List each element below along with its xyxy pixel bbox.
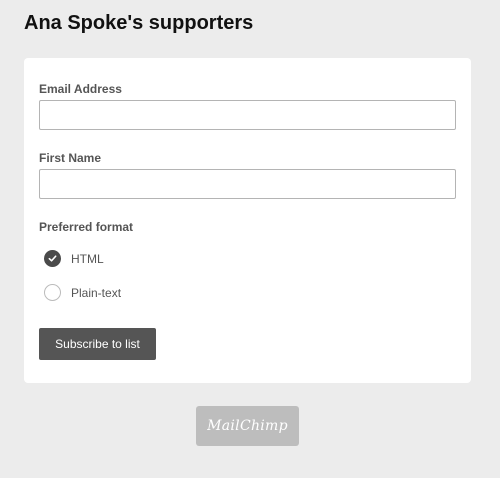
subscribe-button[interactable]: Subscribe to list [39,328,156,360]
radio-checked-icon[interactable] [44,250,61,267]
format-label: Preferred format [39,220,134,234]
format-option-label: Plain-text [71,285,122,300]
checkmark-icon [48,255,57,262]
mailchimp-logo[interactable]: MailChimp [196,406,299,446]
page-title: Ana Spoke's supporters [24,12,254,34]
radio-unchecked-icon[interactable] [44,284,61,301]
format-option-plain-text[interactable]: Plain-text [44,284,121,301]
first-name-field[interactable] [39,169,456,199]
first-name-label: First Name [39,151,102,165]
email-field[interactable] [39,100,456,130]
email-label: Email Address [39,82,122,96]
signup-form-card: Email Address First Name Preferred forma… [24,58,471,383]
format-option-label: HTML [71,251,104,266]
format-option-html[interactable]: HTML [44,250,104,267]
